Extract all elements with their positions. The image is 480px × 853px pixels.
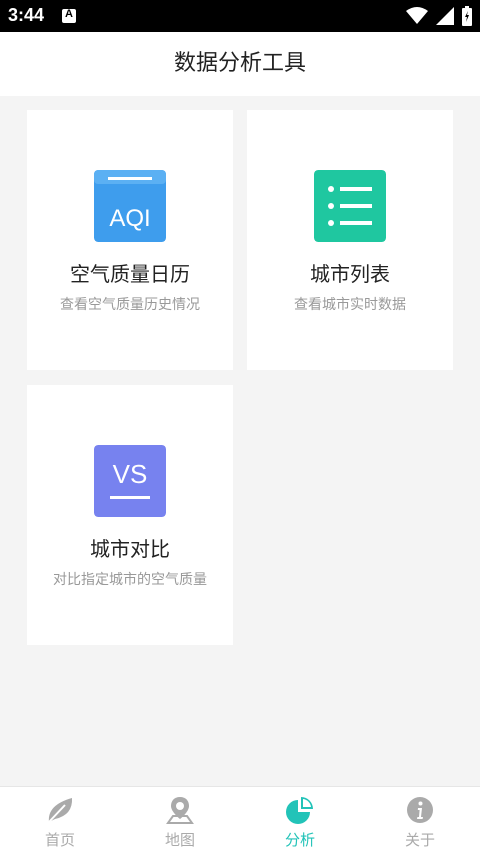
- tab-map[interactable]: 地图: [120, 787, 240, 853]
- tab-label: 分析: [284, 831, 315, 849]
- tab-label: 关于: [404, 831, 435, 849]
- tab-label: 地图: [164, 831, 195, 849]
- signal-icon: [436, 7, 454, 25]
- card-title: 城市列表: [310, 262, 390, 286]
- app-bar: 数据分析工具: [0, 32, 480, 96]
- status-icons: [406, 6, 472, 26]
- bottom-tab-bar: 首页 地图 分析 关于: [0, 786, 480, 853]
- battery-icon: [462, 6, 472, 26]
- notification-a-icon: [62, 8, 76, 23]
- map-pin-icon: [166, 797, 194, 824]
- tab-home[interactable]: 首页: [0, 787, 120, 853]
- tab-about[interactable]: 关于: [360, 787, 480, 853]
- vs-icon: VS: [94, 445, 166, 517]
- aqi-icon-text: AQI: [109, 205, 150, 232]
- tab-analysis[interactable]: 分析: [240, 787, 360, 853]
- pie-chart-icon: [286, 797, 313, 824]
- card-title: 城市对比: [90, 537, 170, 561]
- wifi-icon: [406, 7, 428, 24]
- status-time: 3:44: [8, 5, 45, 25]
- card-city-list[interactable]: 城市列表 查看城市实时数据: [247, 110, 453, 370]
- card-description: 查看城市实时数据: [294, 297, 406, 313]
- card-title: 空气质量日历: [70, 262, 190, 286]
- card-description: 对比指定城市的空气质量: [53, 572, 207, 588]
- status-bar: 3:44: [0, 0, 480, 32]
- card-aqi-calendar[interactable]: AQI 空气质量日历 查看空气质量历史情况: [27, 110, 233, 370]
- leaf-icon: [48, 798, 73, 823]
- tab-label: 首页: [44, 831, 75, 849]
- list-icon: [314, 170, 386, 242]
- card-description: 查看空气质量历史情况: [60, 297, 200, 313]
- info-icon: [407, 797, 433, 823]
- page-title: 数据分析工具: [173, 51, 306, 76]
- card-city-compare[interactable]: VS 城市对比 对比指定城市的空气质量: [27, 385, 233, 645]
- vs-icon-text: VS: [113, 459, 148, 489]
- aqi-icon: AQI: [94, 170, 166, 242]
